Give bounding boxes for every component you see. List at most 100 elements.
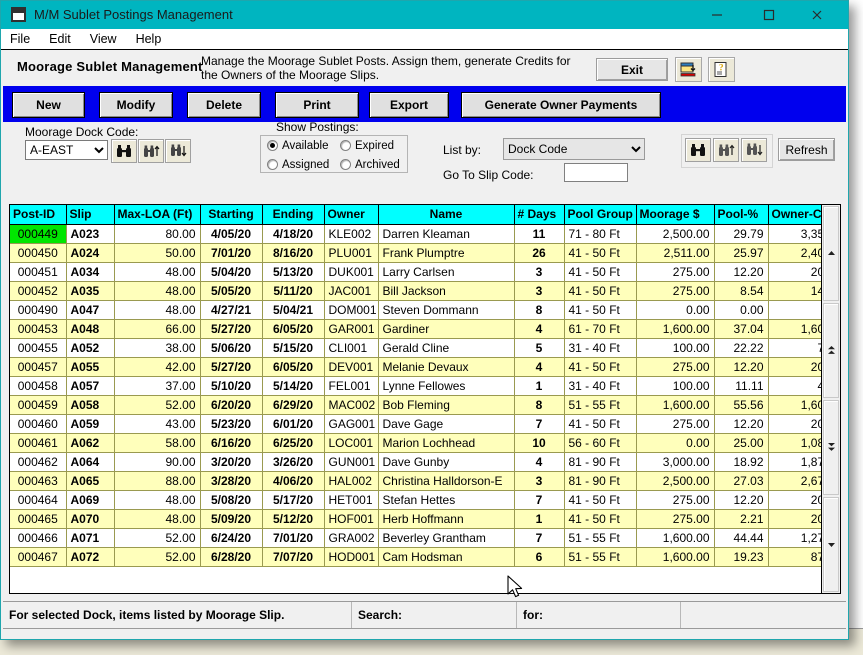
cell-max-loa[interactable]: 38.00 [114, 338, 200, 357]
cell-ending[interactable]: 5/17/20 [262, 490, 324, 509]
cell-ending[interactable]: 7/07/20 [262, 547, 324, 566]
cell-pool-group[interactable]: 51 - 55 Ft [564, 395, 636, 414]
cell-post-id[interactable]: 000467 [10, 547, 66, 566]
cell-ending[interactable]: 6/25/20 [262, 433, 324, 452]
cell-starting[interactable]: 5/05/20 [200, 281, 262, 300]
cell-post-id[interactable]: 000458 [10, 376, 66, 395]
cell-moorage[interactable]: 0.00 [636, 300, 714, 319]
cell-owner[interactable]: KLE002 [324, 224, 378, 243]
col-owner-crdt[interactable]: Owner-Crdt [768, 205, 821, 224]
cell-owner[interactable]: JAC001 [324, 281, 378, 300]
cell-starting[interactable]: 5/08/20 [200, 490, 262, 509]
menu-item-view[interactable]: View [90, 32, 117, 46]
cell-name[interactable]: Gardiner [378, 319, 514, 338]
cell-pool-group[interactable]: 31 - 40 Ft [564, 376, 636, 395]
table-row[interactable]: 000457A05542.005/27/206/05/20DEV001Melan… [10, 357, 821, 376]
cell-starting[interactable]: 5/10/20 [200, 376, 262, 395]
cell-days[interactable]: 4 [514, 319, 564, 338]
cell-name[interactable]: Stefan Hettes [378, 490, 514, 509]
radio-expired[interactable]: Expired [334, 140, 407, 152]
col-post-id[interactable]: Post-ID [10, 205, 66, 224]
table-row[interactable]: 000452A03548.005/05/205/11/20JAC001Bill … [10, 281, 821, 300]
delete-button[interactable]: Delete [187, 92, 261, 118]
cell-ending[interactable]: 5/15/20 [262, 338, 324, 357]
cell-owner-crdt[interactable]: 1,279.87 [768, 528, 821, 547]
cell-owner-crdt[interactable]: 79.99 [768, 338, 821, 357]
scroll-page-down-button[interactable] [823, 400, 839, 495]
export-to-disk-icon-button[interactable] [675, 57, 702, 82]
dock-find-icon-button[interactable] [111, 139, 137, 163]
cell-max-loa[interactable]: 48.00 [114, 262, 200, 281]
cell-moorage[interactable]: 100.00 [636, 376, 714, 395]
cell-post-id[interactable]: 000490 [10, 300, 66, 319]
cell-post-id[interactable]: 000455 [10, 338, 66, 357]
record-find-icon-button[interactable] [685, 138, 711, 162]
maximize-button[interactable] [746, 1, 792, 29]
cell-post-id[interactable]: 000461 [10, 433, 66, 452]
cell-owner-crdt[interactable]: 878.33 [768, 547, 821, 566]
cell-post-id[interactable]: 000464 [10, 490, 66, 509]
cell-pool-pct[interactable]: 18.92 [714, 452, 768, 471]
cell-slip[interactable]: A064 [66, 452, 114, 471]
cell-max-loa[interactable]: 48.00 [114, 490, 200, 509]
col-max-loa[interactable]: Max-LOA (Ft) [114, 205, 200, 224]
cell-pool-group[interactable]: 41 - 50 Ft [564, 262, 636, 281]
cell-owner[interactable]: GAG001 [324, 414, 378, 433]
cell-name[interactable]: Bill Jackson [378, 281, 514, 300]
radio-available[interactable]: Available [261, 140, 334, 152]
close-button[interactable] [794, 1, 840, 29]
cell-name[interactable]: Herb Hoffmann [378, 509, 514, 528]
cell-name[interactable]: Marion Lochhead [378, 433, 514, 452]
cell-name[interactable]: Cam Hodsman [378, 547, 514, 566]
cell-slip[interactable]: A057 [66, 376, 114, 395]
cell-post-id[interactable]: 000459 [10, 395, 66, 414]
cell-owner-crdt[interactable]: 1,600.13 [768, 395, 821, 414]
cell-pool-group[interactable]: 71 - 80 Ft [564, 224, 636, 243]
cell-post-id[interactable]: 000452 [10, 281, 66, 300]
minimize-button[interactable] [694, 1, 740, 29]
cell-starting[interactable]: 4/05/20 [200, 224, 262, 243]
cell-pool-pct[interactable]: 11.11 [714, 376, 768, 395]
cell-pool-pct[interactable]: 37.04 [714, 319, 768, 338]
cell-days[interactable]: 7 [514, 528, 564, 547]
table-row[interactable]: 000465A07048.005/09/205/12/20HOF001Herb … [10, 509, 821, 528]
new-button[interactable]: New [12, 92, 85, 118]
cell-max-loa[interactable]: 88.00 [114, 471, 200, 490]
col-starting[interactable]: Starting [200, 205, 262, 224]
cell-starting[interactable]: 7/01/20 [200, 243, 262, 262]
cell-slip[interactable]: A065 [66, 471, 114, 490]
cell-days[interactable]: 6 [514, 547, 564, 566]
cell-pool-group[interactable]: 41 - 50 Ft [564, 300, 636, 319]
cell-name[interactable]: Steven Dommann [378, 300, 514, 319]
cell-pool-group[interactable]: 41 - 50 Ft [564, 357, 636, 376]
cell-post-id[interactable]: 000460 [10, 414, 66, 433]
cell-name[interactable]: Frank Plumptre [378, 243, 514, 262]
cell-pool-group[interactable]: 41 - 50 Ft [564, 243, 636, 262]
cell-owner-crdt[interactable]: 142.19 [768, 281, 821, 300]
cell-owner[interactable]: LOC001 [324, 433, 378, 452]
cell-slip[interactable]: A058 [66, 395, 114, 414]
cell-owner-crdt[interactable]: 204.95 [768, 509, 821, 528]
export-button[interactable]: Export [369, 92, 449, 118]
col-moorage[interactable]: Moorage $ [636, 205, 714, 224]
cell-owner[interactable]: FEL001 [324, 376, 378, 395]
cell-starting[interactable]: 4/27/21 [200, 300, 262, 319]
cell-owner[interactable]: HOF001 [324, 509, 378, 528]
cell-days[interactable]: 1 [514, 376, 564, 395]
cell-post-id[interactable]: 000457 [10, 357, 66, 376]
cell-moorage[interactable]: 275.00 [636, 490, 714, 509]
cell-ending[interactable]: 6/01/20 [262, 414, 324, 433]
cell-post-id[interactable]: 000462 [10, 452, 66, 471]
cell-pool-group[interactable]: 41 - 50 Ft [564, 490, 636, 509]
table-row[interactable]: 000466A07152.006/24/207/01/20GRA002Bever… [10, 528, 821, 547]
cell-pool-pct[interactable]: 2.21 [714, 509, 768, 528]
goto-slip-code-input[interactable] [564, 163, 628, 182]
cell-slip[interactable]: A048 [66, 319, 114, 338]
cell-pool-pct[interactable]: 29.79 [714, 224, 768, 243]
cell-days[interactable]: 10 [514, 433, 564, 452]
cell-owner[interactable]: GAR001 [324, 319, 378, 338]
table-row[interactable]: 000463A06588.003/28/204/06/20HAL002Chris… [10, 471, 821, 490]
cell-owner-crdt[interactable]: 1,873.08 [768, 452, 821, 471]
cell-days[interactable]: 7 [514, 414, 564, 433]
cell-post-id[interactable]: 000463 [10, 471, 66, 490]
